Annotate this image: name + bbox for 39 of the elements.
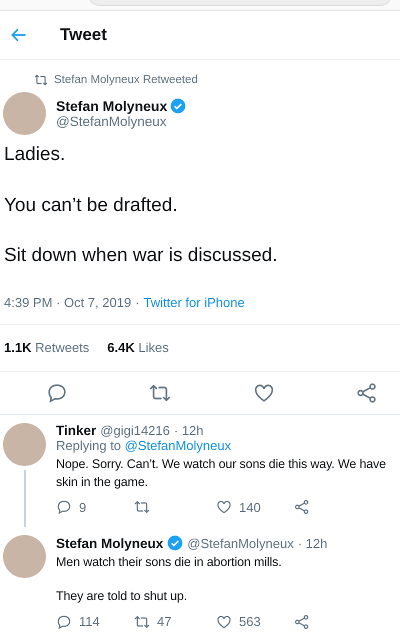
share-icon[interactable] xyxy=(294,499,310,516)
share-icon[interactable] xyxy=(294,614,310,630)
like-count: 140 xyxy=(239,500,261,515)
page-title: Tweet xyxy=(60,25,107,45)
reply-icon[interactable] xyxy=(56,614,72,630)
retweet-icon xyxy=(34,73,48,87)
reply-text: Men watch their sons die in abortion mills. xyxy=(56,554,283,572)
back-arrow-icon[interactable] xyxy=(10,26,28,44)
like-count: 563 xyxy=(239,614,261,630)
stat-count[interactable]: 6.4K Likes xyxy=(107,340,169,356)
author-name[interactable]: Stefan Molyneux xyxy=(56,98,168,114)
share-icon[interactable] xyxy=(356,382,378,404)
reply-handle[interactable]: @StefanMolyneux xyxy=(187,536,294,551)
reply-count: 114 xyxy=(79,614,100,630)
reply-time: · 12h xyxy=(298,536,328,551)
reply-author-name[interactable]: Stefan Molyneux xyxy=(56,536,164,551)
reply-icon[interactable] xyxy=(46,382,68,404)
reply-icon[interactable] xyxy=(56,499,72,516)
reply-time: · 12h xyxy=(174,423,204,438)
separator-dot: · xyxy=(135,295,140,310)
heart-icon[interactable] xyxy=(216,499,232,516)
stat-count[interactable]: 1.1K Retweets xyxy=(4,340,90,356)
reply-handle[interactable]: @gigi14216 xyxy=(100,423,170,438)
replying-to-label: Replying to xyxy=(56,438,122,454)
reply-count: 9 xyxy=(79,500,86,515)
retweet-count: 47 xyxy=(157,614,172,630)
author-handle[interactable]: @StefanMolyneux xyxy=(56,114,186,129)
reply-text: They are told to shut up. xyxy=(56,588,188,606)
tweet-text: Ladies. xyxy=(4,143,66,167)
retweet-icon[interactable] xyxy=(134,614,150,630)
heart-icon[interactable] xyxy=(252,382,275,404)
retweet-icon[interactable] xyxy=(134,499,150,516)
heart-icon[interactable] xyxy=(216,614,232,630)
reply-author-name[interactable]: Tinker xyxy=(56,423,96,438)
retweeted-label: Stefan Molyneux Retweeted xyxy=(54,74,198,86)
tweet-text: You can’t be drafted. xyxy=(4,194,179,218)
reply-text: Nope. Sorry. Can’t. We watch our sons die this way. We have skin in the game. xyxy=(56,456,387,492)
timestamp: 4:39 PM · Oct 7, 2019 xyxy=(4,295,132,310)
tweet-text: Sit down when war is discussed. xyxy=(4,244,279,268)
